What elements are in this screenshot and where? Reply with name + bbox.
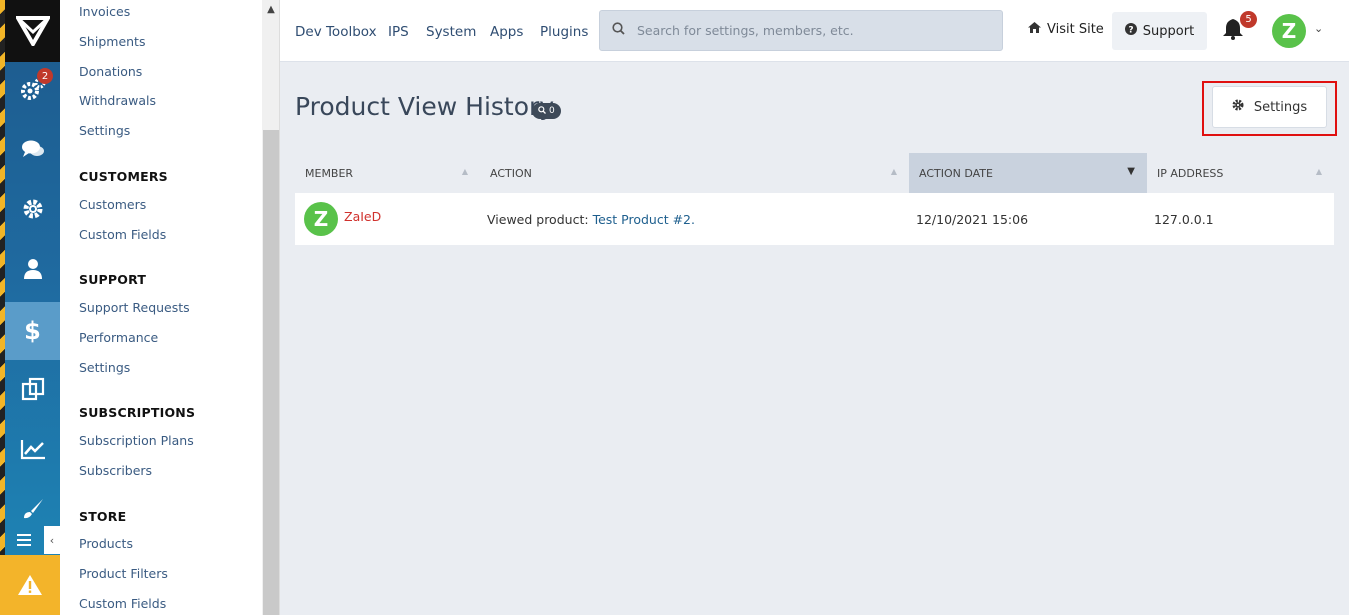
subnav-link-products[interactable]: Products (79, 536, 133, 551)
subnav-link-withdrawals[interactable]: Withdrawals (79, 93, 156, 108)
chart-icon (20, 438, 46, 464)
chat-icon (21, 139, 45, 163)
topnav-ips[interactable]: IPS (388, 24, 409, 40)
menu-toggle-icon[interactable] (5, 526, 43, 554)
app-rail: 2 $ ‹ (0, 0, 60, 615)
rail-item-community[interactable] (5, 122, 60, 180)
subnav-heading-subscriptions: SUBSCRIPTIONS (79, 405, 196, 420)
member-avatar[interactable]: Z (304, 202, 338, 236)
sort-desc-arrow-icon: ▼ (1127, 166, 1135, 177)
subnav-link-settings[interactable]: Settings (79, 123, 130, 138)
topnav-dev-toolbox[interactable]: Dev Toolbox (295, 24, 377, 40)
subnav-link-invoices[interactable]: Invoices (79, 4, 130, 19)
collapse-chevron-icon[interactable]: ‹ (44, 526, 60, 554)
subnav-link-shipments[interactable]: Shipments (79, 34, 145, 49)
search-input[interactable] (637, 23, 997, 38)
sort-arrow-icon: ▲ (890, 167, 897, 176)
subnav-link-store-custom-fields[interactable]: Custom Fields (79, 596, 166, 611)
subnav-link-product-filters[interactable]: Product Filters (79, 566, 168, 581)
column-header-action-date[interactable]: ACTION DATE ▼ (909, 153, 1147, 193)
gear-icon (1232, 99, 1244, 115)
table-header: MEMBER ▲ ACTION ▲ ACTION DATE ▼ IP ADDRE… (295, 153, 1334, 193)
column-header-member[interactable]: MEMBER ▲ (295, 153, 480, 193)
action-text: Viewed product: (487, 211, 589, 227)
pages-icon (21, 377, 45, 405)
notification-count-badge: 5 (1240, 11, 1257, 28)
rail-item-system[interactable]: 2 (5, 62, 60, 120)
chevron-down-icon[interactable]: ⌄ (1314, 22, 1323, 35)
product-link[interactable]: Test Product #2. (593, 212, 695, 227)
search-box[interactable] (599, 10, 1003, 51)
top-bar: Dev Toolbox IPS System Apps Plugins Visi… (280, 0, 1349, 62)
visit-site-link[interactable]: Visit Site (1028, 22, 1104, 37)
subnav-heading-customers: CUSTOMERS (79, 169, 168, 184)
bell-icon (1222, 19, 1244, 44)
support-button[interactable]: ? Support (1112, 12, 1207, 50)
dollar-icon: $ (24, 317, 41, 345)
scrollbar-thumb[interactable] (263, 130, 279, 615)
rail-badge: 2 (37, 68, 53, 84)
brush-icon (21, 497, 45, 525)
user-icon (23, 258, 43, 284)
column-header-ip-address[interactable]: IP ADDRESS ▲ (1147, 153, 1334, 193)
svg-text:?: ? (1128, 26, 1133, 36)
rail-item-pages[interactable] (5, 362, 60, 420)
sort-arrow-icon: ▲ (461, 167, 468, 176)
subnav-link-customers[interactable]: Customers (79, 197, 146, 212)
question-circle-icon: ? (1124, 23, 1137, 39)
subnav-heading-support: SUPPORT (79, 272, 147, 287)
topnav-plugins[interactable]: Plugins (540, 24, 588, 40)
search-icon (538, 105, 546, 117)
ip-address-cell: 127.0.0.1 (1154, 211, 1214, 227)
column-label: ACTION DATE (919, 166, 993, 180)
history-table: MEMBER ▲ ACTION ▲ ACTION DATE ▼ IP ADDRE… (295, 153, 1334, 245)
member-cell: Z ZaIeD (304, 193, 480, 245)
subnav-heading-store: STORE (79, 509, 127, 524)
user-avatar[interactable]: Z (1272, 14, 1306, 48)
column-label: MEMBER (305, 166, 354, 180)
visit-site-label: Visit Site (1047, 22, 1104, 37)
subnav-link-donations[interactable]: Donations (79, 64, 142, 79)
topnav-system[interactable]: System (426, 24, 476, 40)
column-header-action[interactable]: ACTION ▲ (480, 153, 909, 193)
rail-item-stats[interactable] (5, 422, 60, 480)
table-row: Z ZaIeD Viewed product: Test Product #2.… (295, 193, 1334, 245)
subnav-link-subscription-plans[interactable]: Subscription Plans (79, 433, 194, 448)
warning-icon[interactable] (0, 555, 60, 615)
page-title: Product View History (295, 92, 555, 121)
subnav-link-custom-fields[interactable]: Custom Fields (79, 227, 166, 242)
scroll-up-arrow-icon[interactable]: ▲ (262, 0, 280, 18)
subnav-link-support-requests[interactable]: Support Requests (79, 300, 190, 315)
notifications-button[interactable]: 5 (1222, 11, 1257, 44)
subnav-link-support-settings[interactable]: Settings (79, 360, 130, 375)
results-count: 0 (549, 106, 555, 116)
rail-item-commerce[interactable]: $ (5, 302, 60, 360)
sort-arrow-icon: ▲ (1315, 167, 1322, 176)
action-cell: Viewed product: Test Product #2. (487, 193, 909, 245)
logo-icon[interactable] (5, 0, 60, 62)
subnav-link-performance[interactable]: Performance (79, 330, 158, 345)
subnav-scrollbar[interactable]: ▲ (262, 0, 280, 615)
support-label: Support (1142, 23, 1195, 39)
home-icon (1028, 22, 1041, 37)
column-label: IP ADDRESS (1157, 166, 1224, 180)
column-label: ACTION (490, 166, 532, 180)
action-date-cell: 12/10/2021 15:06 (916, 211, 1029, 227)
search-icon (612, 22, 625, 39)
rail-item-settings[interactable] (5, 182, 60, 240)
rail-item-members[interactable] (5, 242, 60, 300)
results-count-badge: 0 (532, 103, 561, 119)
sub-navigation: Invoices Shipments Donations Withdrawals… (60, 0, 262, 615)
member-name-link[interactable]: ZaIeD (344, 209, 381, 224)
subnav-link-subscribers[interactable]: Subscribers (79, 463, 152, 478)
topnav-apps[interactable]: Apps (490, 24, 523, 40)
settings-button[interactable]: Settings (1212, 86, 1327, 128)
gear-icon (22, 198, 44, 224)
settings-label: Settings (1253, 99, 1308, 115)
